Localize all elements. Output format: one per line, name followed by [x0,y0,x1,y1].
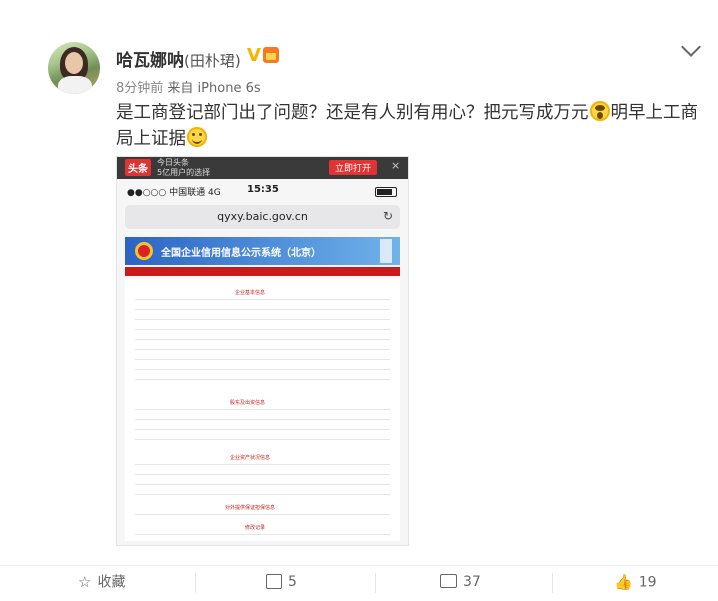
divider [375,573,376,593]
reload-icon: ↻ [383,209,394,223]
doc-rule [135,339,390,340]
doc-rule [135,514,390,515]
ad-banner: 头条 今日头条 5亿用户的选择 立即打开 × [117,157,408,179]
chevron-down-icon[interactable] [681,37,701,57]
site-banner: 全国企业信用信息公示系统（北京） [125,237,400,265]
ad-close-icon: × [391,159,401,172]
repost-icon [266,573,282,589]
registration-document: 企业基本信息 股东及出资信息 企业资产状况信息 对外提供保证担保信息 修改记录 [125,279,400,541]
browser-url: qyxy.baic.gov.cn [217,210,308,223]
repost-button[interactable]: 5 [266,566,297,601]
avatar-body [58,76,92,94]
browser-url-bar: qyxy.baic.gov.cn ↻ [125,205,400,229]
favorite-button[interactable]: ☆ 收藏 [78,566,125,601]
phone-status-bar: ●●○○○ 中国联通 4G 15:35 [117,181,408,199]
doc-rule [135,379,390,380]
repost-count: 5 [288,574,297,590]
doc-rule [135,474,390,475]
comment-count: 37 [463,574,481,590]
divider [552,573,553,593]
doc-heading-changes: 修改记录 [245,525,266,531]
star-icon: ☆ [78,573,92,591]
doc-rule [135,309,390,310]
phone-time: 15:35 [247,184,279,195]
post-action-bar: ☆ 收藏 5 37 👍 19 [0,565,718,601]
scream-emoji-icon [589,101,610,121]
post-meta: 8分钟前 来自 iPhone 6s [116,77,261,96]
doc-heading-basic: 企业基本信息 [235,290,266,296]
favorite-label: 收藏 [97,574,126,591]
author-alias: (田朴珺) [184,52,241,70]
battery-icon [375,187,397,197]
weibo-post-card: 哈瓦娜呐(田朴珺) V 8分钟前 来自 iPhone 6s 是工商登记部门出了问… [0,0,718,600]
doc-rule [135,464,390,465]
comment-button[interactable]: 37 [440,566,481,601]
author-name[interactable]: 哈瓦娜呐(田朴珺) [116,46,241,71]
post-text: 是工商登记部门出了问题？还是有人别有用心？把元写成万元 明早上工商局上证据 [116,100,706,152]
doc-rule [135,429,390,430]
post-time[interactable]: 8分钟前 [116,81,163,96]
building-icon [380,239,392,263]
doc-rule [135,484,390,485]
doc-rule [135,359,390,360]
doc-rule [135,319,390,320]
divider [195,573,196,593]
like-count: 19 [638,574,657,591]
doc-heading-assets: 企业资产状况信息 [230,455,271,461]
company-header-bar [125,267,400,276]
doc-rule [135,494,390,495]
post-source: 来自 iPhone 6s [167,81,261,96]
comment-icon [440,574,457,588]
smile-emoji-icon [187,127,207,147]
doc-rule [135,439,390,440]
attached-image[interactable]: 头条 今日头条 5亿用户的选择 立即打开 × ●●○○○ 中国联通 4G 15:… [116,156,409,546]
doc-heading-shareholders: 股东及出资信息 [230,400,266,406]
member-badge-icon[interactable] [263,47,279,63]
ad-line2: 5亿用户的选择 [157,168,211,177]
carrier-label: ●●○○○ 中国联通 4G [127,188,221,198]
doc-rule [135,349,390,350]
ad-logo: 头条 [125,159,151,176]
doc-rule [135,369,390,370]
national-emblem-icon [135,242,153,260]
author-name-text[interactable]: 哈瓦娜呐 [116,51,184,71]
doc-rule [135,299,390,300]
thumbs-up-icon: 👍 [614,573,633,591]
doc-rule [135,419,390,420]
verified-v-icon: V [247,45,261,66]
avatar[interactable] [48,42,100,94]
doc-rule [135,534,390,535]
post-text-part1: 是工商登记部门出了问题？还是有人别有用心？把元写成万元 [116,103,589,123]
ad-open-button: 立即打开 [329,160,378,175]
doc-heading-guarantee: 对外提供保证担保信息 [225,505,276,511]
doc-rule [135,329,390,330]
like-button[interactable]: 👍 19 [614,566,657,601]
site-title: 全国企业信用信息公示系统（北京） [161,248,321,259]
avatar-face [65,52,83,74]
doc-rule [135,409,390,410]
